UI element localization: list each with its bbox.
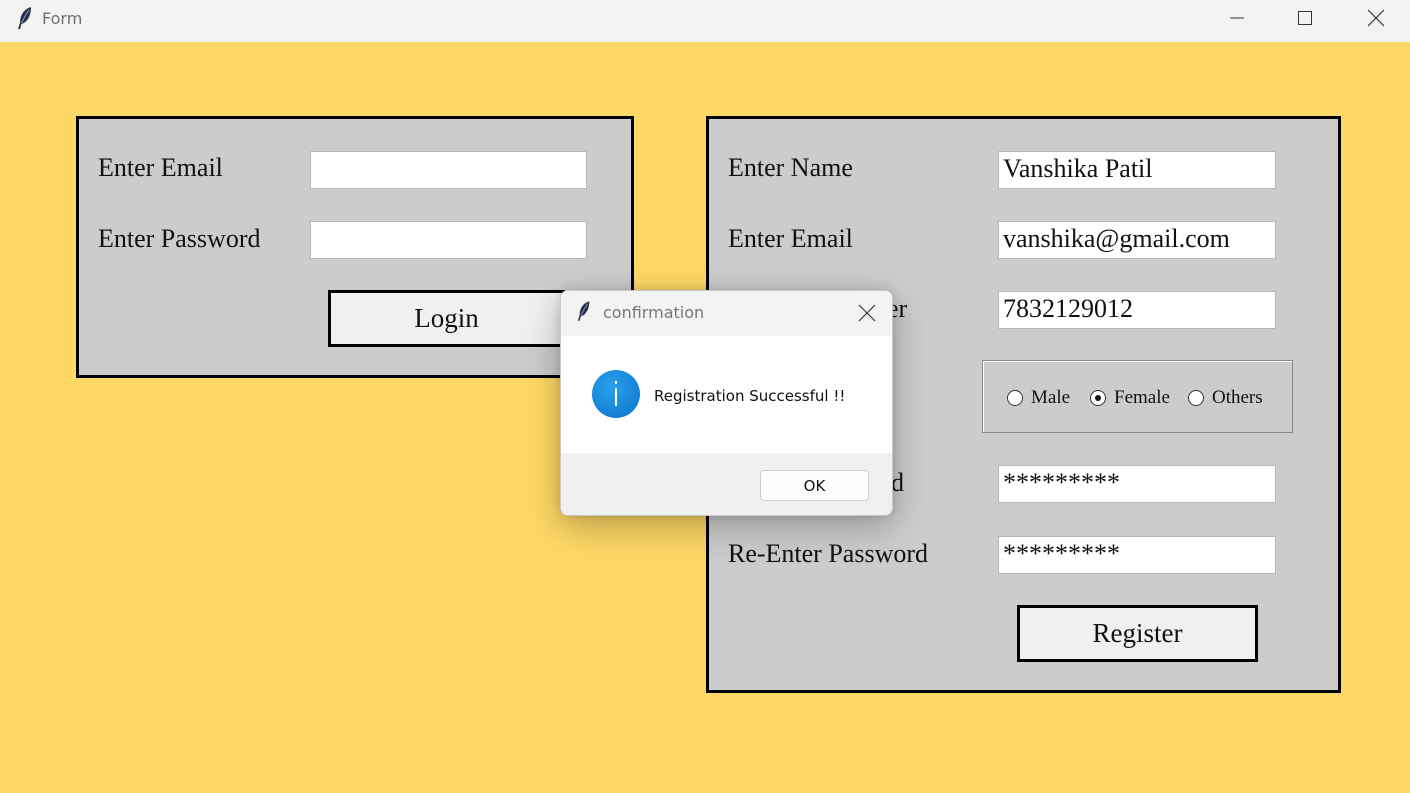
feather-icon xyxy=(577,301,590,321)
login-button[interactable]: Login xyxy=(328,290,565,347)
maximize-button[interactable] xyxy=(1270,0,1340,36)
maximize-icon xyxy=(1298,11,1312,25)
dialog-close-button[interactable] xyxy=(852,299,882,327)
login-email-label: Enter Email xyxy=(98,153,223,182)
register-email-label: Enter Email xyxy=(728,224,853,253)
close-icon xyxy=(858,304,876,322)
window-title: Form xyxy=(42,9,83,28)
dialog-message: Registration Successful !! xyxy=(654,387,846,405)
register-reenter-label: Re-Enter Password xyxy=(728,539,929,568)
dialog-title: confirmation xyxy=(603,303,705,322)
radio-female-label: Female xyxy=(1114,387,1170,408)
radio-male-label: Male xyxy=(1031,387,1071,408)
gender-radio-group: Male Female Others xyxy=(982,360,1293,433)
radio-circle-icon xyxy=(1007,390,1023,406)
register-name-label: Enter Name xyxy=(728,153,853,182)
minimize-button[interactable] xyxy=(1202,0,1272,36)
register-name-input[interactable]: Vanshika Patil xyxy=(998,151,1276,189)
window-titlebar: Form xyxy=(0,0,1410,42)
login-password-input[interactable] xyxy=(310,221,587,259)
dialog-body: Registration Successful !! xyxy=(561,336,892,453)
minimize-icon xyxy=(1230,17,1244,19)
close-icon xyxy=(1367,9,1385,27)
info-glyph-icon xyxy=(615,381,617,406)
login-panel: Enter Email Enter Password Login xyxy=(76,116,634,378)
dialog-titlebar: confirmation xyxy=(561,291,892,336)
radio-male[interactable]: Male xyxy=(1007,387,1070,409)
register-button[interactable]: Register xyxy=(1017,605,1258,662)
info-icon xyxy=(592,370,640,418)
feather-icon xyxy=(18,7,31,29)
register-reenter-input[interactable]: ********* xyxy=(998,536,1276,574)
close-button[interactable] xyxy=(1341,0,1410,36)
login-password-label: Enter Password xyxy=(98,224,261,253)
radio-others-label: Others xyxy=(1212,387,1263,408)
register-email-input[interactable]: vanshika@gmail.com xyxy=(998,221,1276,259)
radio-others[interactable]: Others xyxy=(1188,387,1263,409)
login-email-input[interactable] xyxy=(310,151,587,189)
radio-circle-icon xyxy=(1188,390,1204,406)
confirmation-dialog: confirmation Registration Successful !! … xyxy=(560,290,893,516)
radio-female[interactable]: Female xyxy=(1090,387,1170,409)
radio-selected-icon xyxy=(1090,390,1106,406)
register-password-input[interactable]: ********* xyxy=(998,465,1276,503)
dialog-footer: OK xyxy=(561,453,892,515)
register-phone-input[interactable]: 7832129012 xyxy=(998,291,1276,329)
ok-button[interactable]: OK xyxy=(760,470,869,501)
